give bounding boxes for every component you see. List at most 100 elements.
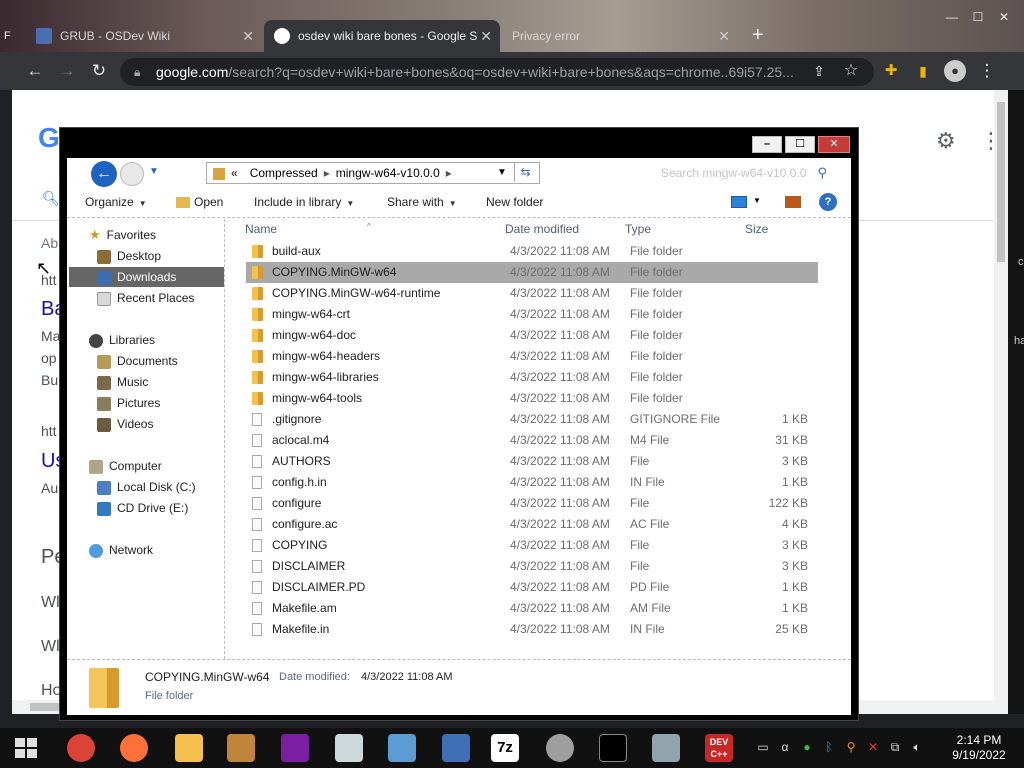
maximize-icon[interactable]: ☐ xyxy=(968,10,988,26)
tab-grub-osdev[interactable]: GRUB - OSDev Wiki ✕ xyxy=(26,20,262,52)
explorer-titlebar[interactable]: – ☐ ✕ xyxy=(60,128,858,158)
window-icon[interactable]: ⧉ xyxy=(887,739,903,755)
network-tool-icon[interactable] xyxy=(442,734,470,762)
file-row[interactable]: mingw-w64-headers 4/3/2022 11:08 AM File f… xyxy=(246,346,818,367)
minimize-button[interactable]: – xyxy=(752,136,782,153)
nav-desktop[interactable]: Desktop xyxy=(97,246,217,266)
nav-music[interactable]: Music xyxy=(97,372,148,392)
file-row[interactable]: mingw-w64-tools 4/3/2022 11:08 AM File fol… xyxy=(246,388,818,409)
nav-favorites[interactable]: ★ Favorites xyxy=(89,225,156,245)
address-dropdown-icon[interactable]: ▼ xyxy=(497,163,507,183)
tab-close-icon[interactable]: ✕ xyxy=(718,28,730,45)
taskbar-clock[interactable]: 2:14 PM 9/19/2022 xyxy=(940,733,1018,763)
minimize-icon[interactable]: — xyxy=(942,10,962,26)
file-row[interactable]: COPYING 4/3/2022 11:08 AM File 3 KB xyxy=(246,535,818,556)
security-icon[interactable]: ✕ xyxy=(865,739,881,755)
nav-documents[interactable]: Documents xyxy=(97,351,178,371)
bookmark-star-icon[interactable]: ☆ xyxy=(840,60,862,82)
file-row[interactable]: DISCLAIMER.PD 4/3/2022 11:08 AM PD File 1 K… xyxy=(246,577,818,598)
share-icon[interactable]: ⇪ xyxy=(808,60,830,82)
tab-close-icon[interactable]: ✕ xyxy=(480,28,492,45)
breadcrumb-compressed[interactable]: Compressed xyxy=(250,166,318,180)
paint-icon[interactable] xyxy=(227,734,255,762)
file-row[interactable]: build-aux 4/3/2022 11:08 AM File folder xyxy=(246,241,818,262)
nav-downloads[interactable]: Downloads xyxy=(69,267,224,287)
chevron-down-icon[interactable]: ▼ xyxy=(753,196,761,205)
nav-pictures[interactable]: Pictures xyxy=(97,393,160,413)
chevron-right-icon[interactable]: ▸ xyxy=(324,166,330,180)
search-input[interactable]: Search mingw-w64-v10.0.0 ⚲ xyxy=(592,162,832,184)
open-button[interactable]: Open xyxy=(176,195,223,209)
column-header-type[interactable]: Type xyxy=(625,222,651,236)
ime-icon[interactable]: α xyxy=(777,739,793,755)
file-row[interactable]: mingw-w64-doc 4/3/2022 11:08 AM File folde… xyxy=(246,325,818,346)
search-tray-icon[interactable]: ⚲ xyxy=(843,739,859,755)
nav-network[interactable]: Network xyxy=(89,540,153,560)
chevron-right-icon[interactable]: ▸ xyxy=(446,166,452,180)
profile-avatar-icon[interactable]: ● xyxy=(944,60,966,82)
yahoo-messenger-icon[interactable] xyxy=(281,734,309,762)
back-arrow-icon[interactable]: ← xyxy=(91,161,117,187)
tab-google-search[interactable]: osdev wiki bare bones - Google S ✕ xyxy=(264,20,500,52)
column-header-date[interactable]: Date modified xyxy=(505,222,579,236)
file-row[interactable]: configure.ac 4/3/2022 11:08 AM AC File 4 KB xyxy=(246,514,818,535)
firefox-icon[interactable] xyxy=(120,734,148,762)
file-row[interactable]: Makefile.in 4/3/2022 11:08 AM IN File 25 KB xyxy=(246,619,818,640)
breadcrumb-overflow[interactable]: « xyxy=(231,166,238,180)
file-row[interactable]: AUTHORS 4/3/2022 11:08 AM File 3 KB xyxy=(246,451,818,472)
file-row[interactable]: configure 4/3/2022 11:08 AM File 122 KB xyxy=(246,493,818,514)
column-header-name[interactable]: Name xyxy=(245,222,277,236)
nav-videos[interactable]: Videos xyxy=(97,414,153,434)
forward-arrow-icon[interactable]: → xyxy=(56,60,78,82)
extensions-icon[interactable]: ✚ xyxy=(880,60,902,82)
address-bar[interactable]: « Compressed ▸ mingw-w64-v10.0.0 ▸ ▼ xyxy=(206,162,540,184)
new-tab-button[interactable]: + xyxy=(752,24,764,47)
preview-pane-icon[interactable] xyxy=(785,196,801,208)
speaker-icon[interactable]: 🔈︎ xyxy=(909,739,925,755)
color-picker-icon[interactable]: ● xyxy=(799,739,815,755)
file-row[interactable]: DISCLAIMER 4/3/2022 11:08 AM File 3 KB xyxy=(246,556,818,577)
close-button[interactable]: ✕ xyxy=(818,136,850,153)
organize-button[interactable]: Organize ▼ xyxy=(85,195,147,209)
file-row[interactable]: mingw-w64-crt 4/3/2022 11:08 AM File folde… xyxy=(246,304,818,325)
include-in-library-button[interactable]: Include in library ▼ xyxy=(254,195,354,209)
calculator-icon[interactable] xyxy=(652,734,680,762)
menu-kebab-icon[interactable]: ⋮ xyxy=(976,60,998,82)
column-header-size[interactable]: Size xyxy=(745,222,768,236)
bluetooth-icon[interactable]: ᛒ xyxy=(821,739,837,755)
nav-libraries[interactable]: Libraries xyxy=(89,330,155,350)
dev-cpp-icon[interactable]: DEV C++ xyxy=(705,734,733,762)
recent-pages-dropdown-icon[interactable]: ▼ xyxy=(149,166,159,177)
change-view-icon[interactable] xyxy=(731,196,747,208)
file-explorer-icon[interactable] xyxy=(175,734,203,762)
back-arrow-icon[interactable]: ← xyxy=(24,60,46,82)
file-row[interactable]: .gitignore 4/3/2022 11:08 AM GITIGNORE Fil… xyxy=(246,409,818,430)
mixer-icon[interactable] xyxy=(335,734,363,762)
share-with-button[interactable]: Share with ▼ xyxy=(387,195,457,209)
dvd-icon[interactable] xyxy=(546,734,574,762)
command-prompt-icon[interactable] xyxy=(599,734,627,762)
file-row[interactable]: COPYING.MinGW-w64-runtime 4/3/2022 11:08 … xyxy=(246,283,818,304)
windows-start-icon[interactable] xyxy=(15,738,37,758)
file-row[interactable]: mingw-w64-libraries 4/3/2022 11:08 AM File… xyxy=(246,367,818,388)
help-icon[interactable]: ? xyxy=(819,193,837,211)
nav-local-disk[interactable]: Local Disk (C:) xyxy=(97,477,196,497)
forward-arrow-icon[interactable] xyxy=(120,162,144,186)
nav-computer[interactable]: Computer xyxy=(89,456,162,476)
chrome-icon[interactable] xyxy=(67,734,95,762)
side-panel-icon[interactable]: ▮ xyxy=(912,60,934,82)
new-folder-button[interactable]: New folder xyxy=(486,195,543,209)
scrollbar-thumb[interactable] xyxy=(997,102,1005,262)
nav-cd-drive[interactable]: CD Drive (E:) xyxy=(97,498,188,518)
close-icon[interactable]: ✕ xyxy=(994,10,1014,26)
tab-close-icon[interactable]: ✕ xyxy=(242,28,254,45)
maximize-button[interactable]: ☐ xyxy=(785,136,815,153)
file-row[interactable]: config.h.in 4/3/2022 11:08 AM IN File 1 KB xyxy=(246,472,818,493)
refresh-icon[interactable]: ⇆ xyxy=(514,162,536,182)
tab-privacy-error[interactable]: Privacy error ✕ xyxy=(502,20,738,52)
screen-icon[interactable]: ▭ xyxy=(755,739,771,755)
gear-icon[interactable]: ⚙ xyxy=(936,128,956,154)
file-row[interactable]: COPYING.MinGW-w64 4/3/2022 11:08 AM File f… xyxy=(246,262,818,283)
reload-icon[interactable]: ↻ xyxy=(88,60,110,82)
breadcrumb-current[interactable]: mingw-w64-v10.0.0 xyxy=(336,166,440,180)
